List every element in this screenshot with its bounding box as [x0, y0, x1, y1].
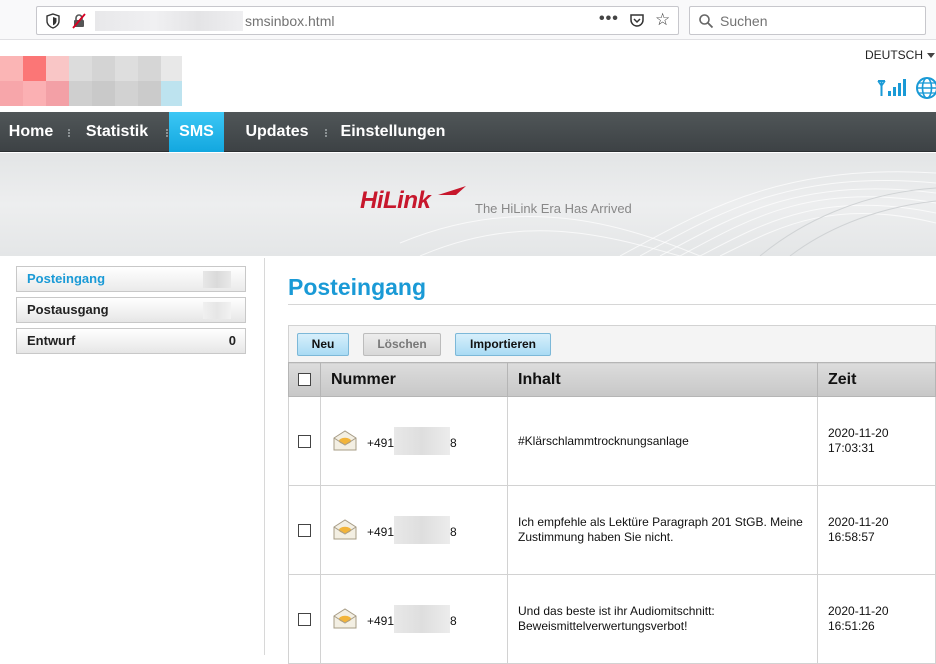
hilink-logo-text: HiLink	[360, 187, 431, 214]
banner-waves	[399, 171, 936, 256]
nav-statistik[interactable]: Statistik	[74, 112, 160, 152]
logo-swoosh-icon	[438, 186, 466, 195]
hilink-banner: HiLink The HiLink Era Has Arrived	[0, 153, 936, 256]
hilink-logo: HiLink	[360, 186, 466, 215]
select-all-cell	[288, 362, 321, 397]
language-select[interactable]: DEUTSCH	[865, 48, 936, 62]
table-header-row: Nummer Inhalt Zeit	[288, 362, 936, 397]
message-time: 2020-11-20 17:03:31	[817, 396, 936, 486]
column-header-nummer[interactable]: Nummer	[320, 362, 508, 397]
nav-einstellungen[interactable]: Einstellungen	[330, 112, 456, 152]
tracking-shield-icon[interactable]	[45, 13, 61, 29]
message-content[interactable]: Und das beste ist ihr Audiomitschnitt: B…	[507, 574, 818, 664]
row-checkbox[interactable]	[298, 435, 311, 449]
url-redacted	[95, 11, 243, 31]
insecure-lock-icon[interactable]	[71, 13, 87, 29]
number-redacted	[394, 605, 451, 633]
banner-tagline: The HiLink Era Has Arrived	[475, 201, 632, 216]
sidebar-item-label: Posteingang	[27, 271, 106, 286]
new-button[interactable]: Neu	[297, 333, 349, 356]
delete-button[interactable]: Löschen	[363, 333, 441, 356]
title-divider	[288, 304, 936, 305]
row-checkbox[interactable]	[298, 524, 311, 538]
bookmark-star-icon[interactable]: ☆	[655, 10, 670, 30]
message-content[interactable]: Ich empfehle als Lektüre Paragraph 201 S…	[507, 485, 818, 575]
row-checkbox[interactable]	[298, 613, 311, 627]
import-button[interactable]: Importieren	[455, 333, 551, 356]
nav-updates[interactable]: Updates	[234, 112, 320, 152]
number-redacted	[394, 516, 451, 544]
sidebar-item-entwurf[interactable]: Entwurf 0	[16, 328, 246, 354]
column-header-inhalt[interactable]: Inhalt	[507, 362, 818, 397]
sms-table: Nummer Inhalt Zeit +491 8 #Klärschlammtro…	[288, 362, 936, 664]
table-row[interactable]: +491 8 Und das beste ist ihr Audiomitschn…	[288, 574, 936, 664]
signal-strength-icon	[877, 79, 906, 96]
sender-cell: +491 8	[320, 485, 508, 575]
language-label: DEUTSCH	[865, 48, 924, 62]
page-title: Posteingang	[288, 274, 427, 300]
sender-number: +491 8	[367, 516, 457, 544]
sidebar-item-label: Postausgang	[27, 302, 109, 317]
sidebar-divider	[264, 258, 265, 655]
row-select-cell	[288, 574, 321, 664]
sidebar-count-redacted	[203, 271, 231, 288]
sender-number: +491 8	[367, 427, 457, 455]
row-select-cell	[288, 396, 321, 486]
sidebar-item-count: 0	[228, 333, 236, 348]
sms-toolbar: Neu Löschen Importieren	[288, 325, 936, 362]
logo-redacted	[0, 50, 182, 106]
envelope-open-icon	[333, 608, 357, 629]
main-nav: Home Statistik SMS Updates Einstellungen	[0, 112, 936, 152]
nav-separator	[68, 129, 70, 137]
table-row[interactable]: +491 8 #Klärschlammtrocknungsanlage 2020-…	[288, 396, 936, 486]
column-header-zeit[interactable]: Zeit	[817, 362, 936, 397]
sender-number: +491 8	[367, 605, 457, 633]
sidebar-count-redacted	[203, 302, 231, 319]
sender-cell: +491 8	[320, 396, 508, 486]
envelope-open-icon	[333, 430, 357, 451]
message-time: 2020-11-20 16:58:57	[817, 485, 936, 575]
search-icon	[699, 14, 714, 29]
url-bar[interactable]: smsinbox.html ••• ☆	[36, 6, 679, 35]
search-input[interactable]	[720, 11, 920, 31]
browser-toolbar: smsinbox.html ••• ☆	[0, 0, 936, 40]
chevron-down-icon	[927, 53, 936, 59]
sidebar-item-postausgang[interactable]: Postausgang	[16, 297, 246, 323]
message-time: 2020-11-20 16:51:26	[817, 574, 936, 664]
pocket-icon[interactable]	[629, 13, 645, 29]
nav-home[interactable]: Home	[0, 112, 62, 152]
sidebar-item-posteingang[interactable]: Posteingang	[16, 266, 246, 292]
sidebar-item-label: Entwurf	[27, 333, 76, 348]
envelope-open-icon	[333, 519, 357, 540]
number-redacted	[394, 427, 451, 455]
url-text[interactable]: smsinbox.html	[245, 13, 334, 29]
search-bar[interactable]	[689, 6, 926, 35]
nav-separator	[166, 129, 168, 137]
row-select-cell	[288, 485, 321, 575]
table-row[interactable]: +491 8 Ich empfehle als Lektüre Paragraph…	[288, 485, 936, 575]
sender-cell: +491 8	[320, 574, 508, 664]
message-content[interactable]: #Klärschlammtrocknungsanlage	[507, 396, 818, 486]
internet-globe-icon	[916, 77, 936, 99]
nav-separator	[325, 129, 327, 137]
select-all-checkbox[interactable]	[298, 372, 311, 386]
nav-sms[interactable]: SMS	[169, 112, 224, 152]
page-actions-icon[interactable]: •••	[599, 10, 619, 28]
